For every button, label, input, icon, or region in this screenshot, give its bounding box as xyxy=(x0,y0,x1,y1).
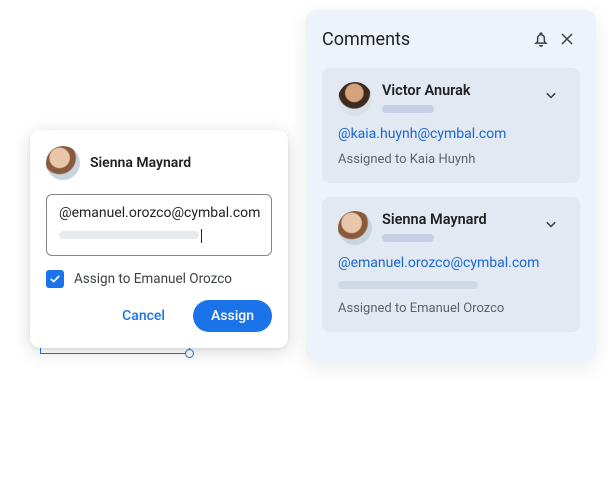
button-row: Cancel Assign xyxy=(46,300,272,332)
assign-checkbox-row[interactable]: Assign to Emanuel Orozco xyxy=(46,270,272,288)
close-icon[interactable] xyxy=(554,26,580,52)
comment-header: Sienna Maynard xyxy=(338,211,564,245)
panel-title: Comments xyxy=(322,29,528,50)
chevron-down-icon xyxy=(541,85,561,105)
mention-link[interactable]: @emanuel.orozco@cymbal.com xyxy=(338,255,564,271)
comment-card: Victor Anurak @kaia.huynh@cymbal.com Ass… xyxy=(322,68,580,183)
text-skeleton xyxy=(338,281,478,289)
popup-header: Sienna Maynard xyxy=(46,146,272,180)
mention-link[interactable]: @kaia.huynh@cymbal.com xyxy=(338,126,564,142)
comment-author: Victor Anurak xyxy=(382,82,471,99)
comments-panel: Comments Victor Anurak @kaia.huynh@cymba… xyxy=(306,10,596,362)
selection-handle[interactable] xyxy=(185,349,194,358)
timestamp-skeleton xyxy=(382,234,434,242)
comment-input-value: @emanuel.orozco@cymbal.com xyxy=(59,205,259,221)
comment-compose-popup: Sienna Maynard @emanuel.orozco@cymbal.co… xyxy=(30,130,288,348)
avatar xyxy=(338,211,372,245)
avatar xyxy=(46,146,80,180)
expand-button[interactable] xyxy=(538,82,564,108)
notifications-icon[interactable] xyxy=(528,26,554,52)
comment-input[interactable]: @emanuel.orozco@cymbal.com xyxy=(46,194,272,256)
assign-button[interactable]: Assign xyxy=(193,300,272,332)
assign-checkbox[interactable] xyxy=(46,270,64,288)
cancel-button[interactable]: Cancel xyxy=(104,300,183,332)
chevron-down-icon xyxy=(541,214,561,234)
author-name: Sienna Maynard xyxy=(90,155,191,171)
timestamp-skeleton xyxy=(382,105,434,113)
comment-card: Sienna Maynard @emanuel.orozco@cymbal.co… xyxy=(322,197,580,332)
assigned-to-text: Assigned to Kaia Huynh xyxy=(338,152,564,167)
text-caret xyxy=(201,229,202,243)
comment-header: Victor Anurak xyxy=(338,82,564,116)
avatar xyxy=(338,82,372,116)
panel-header: Comments xyxy=(322,26,580,52)
assigned-to-text: Assigned to Emanuel Orozco xyxy=(338,301,564,316)
check-icon xyxy=(49,273,61,285)
expand-button[interactable] xyxy=(538,211,564,237)
comment-author: Sienna Maynard xyxy=(382,211,487,228)
assign-checkbox-label: Assign to Emanuel Orozco xyxy=(74,271,232,287)
text-skeleton xyxy=(59,231,199,239)
